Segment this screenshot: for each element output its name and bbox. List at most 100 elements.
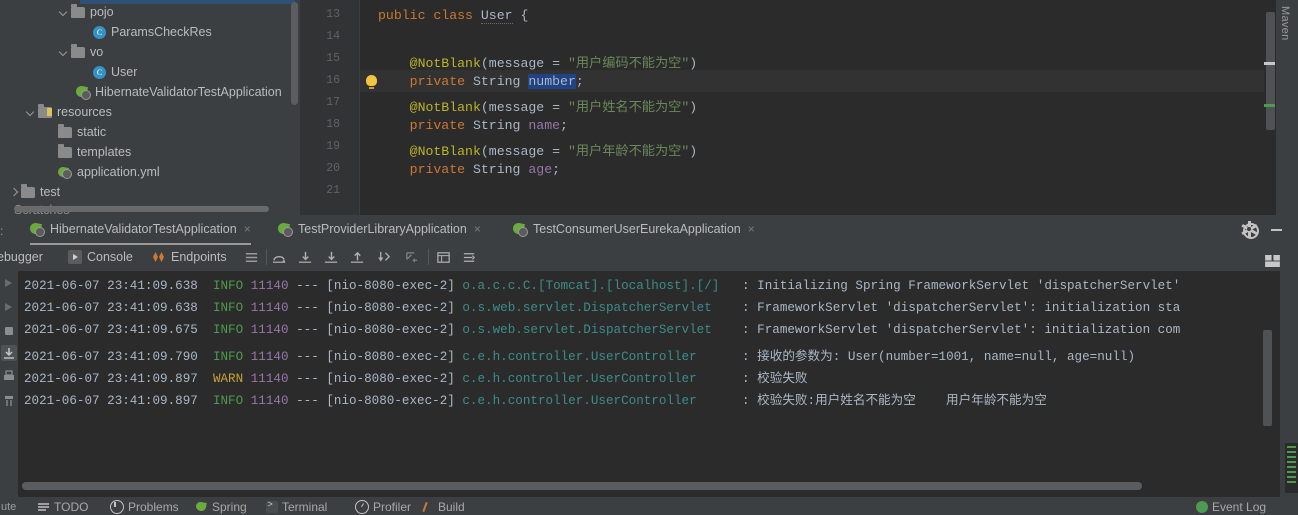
editor-vertical-scrollbar[interactable]	[1266, 12, 1275, 130]
scroll-to-end-button[interactable]	[1, 345, 17, 361]
tree-node-label: User	[111, 65, 138, 79]
clear-all-icon[interactable]	[1, 393, 17, 409]
evaluate-expression-icon[interactable]	[404, 250, 419, 265]
tree-node-vo[interactable]: vo	[58, 42, 103, 62]
maven-tool-tab-label: Maven	[1279, 6, 1291, 41]
close-icon[interactable]: ×	[748, 223, 755, 235]
run-tab-hibernatevalidatortestapplication[interactable]: HibernateValidatorTestApplication ×	[28, 215, 251, 245]
tree-node-resources[interactable]: resources	[25, 102, 112, 122]
editor-code-line[interactable]: private String age;	[378, 162, 560, 177]
folder-icon	[58, 144, 72, 158]
tool-tab-label: Console	[87, 250, 133, 264]
editor-line-number: 20	[326, 162, 340, 175]
close-icon[interactable]: ×	[244, 223, 251, 235]
log-timestamp: 2021-06-07 23:41:09.790	[24, 350, 213, 364]
console-log-line: 2021-06-07 23:41:09.897 INFO 11140 --- […	[24, 389, 1047, 408]
editor-code-line[interactable]: @NotBlank(message = "用户编码不能为空")	[378, 52, 698, 71]
log-thread: [nio-8080-exec-2]	[326, 279, 463, 293]
tree-vertical-scrollbar[interactable]	[291, 2, 298, 105]
show-execution-point-icon[interactable]	[244, 250, 259, 265]
spring-yaml-icon	[57, 165, 72, 179]
step-out-icon[interactable]	[350, 250, 365, 265]
tree-node-application-yml[interactable]: application.yml	[57, 162, 160, 182]
editor-code-line[interactable]: private String name;	[378, 118, 568, 133]
minimize-icon[interactable]	[1271, 229, 1282, 231]
log-thread: [nio-8080-exec-2]	[326, 350, 463, 364]
log-separator: :	[742, 279, 758, 293]
editor-code-line[interactable]: public class User {	[378, 8, 528, 24]
maven-tool-tab[interactable]: Maven	[1275, 0, 1298, 215]
java-class-icon: C	[93, 25, 106, 39]
tree-node-paramscheckres[interactable]: C ParamsCheckRes	[93, 22, 212, 42]
force-step-into-icon[interactable]	[324, 250, 339, 265]
status-bar-item-problems[interactable]: Problems	[110, 500, 179, 514]
log-thread: [nio-8080-exec-2]	[326, 394, 463, 408]
stop-icon[interactable]	[1, 323, 17, 339]
editor-code-line[interactable]: @NotBlank(message = "用户年龄不能为空")	[378, 140, 698, 159]
editor-line-number: 14	[326, 30, 340, 43]
tool-tab-debugger[interactable]: Debugger	[0, 243, 43, 271]
code-token: (message =	[480, 56, 568, 71]
editor-line-number: 17	[326, 96, 340, 109]
step-into-icon[interactable]	[298, 250, 313, 265]
log-timestamp: 2021-06-07 23:41:09.675	[24, 323, 213, 337]
console-output[interactable]: 2021-06-07 23:41:09.638 INFO 11140 --- […	[18, 271, 1280, 497]
tool-tab-endpoints[interactable]: Endpoints	[152, 243, 227, 271]
tree-horizontal-scrollbar[interactable]	[14, 206, 269, 212]
status-bar-item-profiler[interactable]: Profiler	[355, 500, 411, 514]
tree-node-pojo[interactable]: pojo	[58, 2, 114, 22]
chevron-down-icon[interactable]	[58, 47, 69, 58]
status-bar-item-spring[interactable]: Spring	[195, 500, 247, 514]
log-message: 接收的参数为: User(number=1001, name=null, age…	[757, 350, 1136, 364]
run-to-cursor-icon[interactable]	[377, 250, 392, 265]
close-icon[interactable]: ×	[474, 223, 481, 235]
tool-tab-console[interactable]: Console	[68, 243, 133, 273]
intention-bulb-icon[interactable]	[366, 75, 377, 89]
status-bar-item-build[interactable]: Build	[422, 500, 465, 514]
print-icon[interactable]	[1, 369, 17, 385]
run-tool-window: : HibernateValidatorTestApplication × Test…	[0, 215, 1298, 497]
tree-node-test[interactable]: test	[8, 182, 60, 202]
log-pid: 11140	[250, 372, 297, 386]
project-tool-window[interactable]: pojo C ParamsCheckRes vo C User HibernateValid…	[0, 0, 300, 215]
code-token: (message =	[480, 144, 568, 159]
log-pid: 11140	[250, 301, 297, 315]
profiler-icon	[355, 500, 369, 514]
chevron-down-icon[interactable]	[58, 7, 69, 18]
run-tab-testproviderlibraryapplication[interactable]: TestProviderLibraryApplication ×	[276, 215, 481, 243]
status-bar-item-todo[interactable]: TODO	[38, 500, 88, 514]
code-token: (message =	[480, 100, 568, 115]
console-vertical-scrollbar[interactable]	[1263, 330, 1272, 426]
table-view-icon[interactable]	[436, 250, 451, 265]
resume-icon[interactable]	[1, 299, 17, 315]
console-log-line: 2021-06-07 23:41:09.675 INFO 11140 --- […	[24, 323, 1180, 337]
console-log-line: 2021-06-07 23:41:09.897 WARN 11140 --- […	[24, 367, 808, 386]
chevron-right-icon[interactable]	[8, 187, 19, 198]
console-marker-strip[interactable]	[1285, 443, 1298, 493]
run-tab-testconsumerusereurekaapplication[interactable]: TestConsumerUserEurekaApplication ×	[511, 215, 755, 243]
rerun-icon[interactable]	[1, 275, 17, 291]
log-dashes: ---	[296, 323, 327, 337]
code-token: age	[528, 162, 553, 177]
problems-icon	[110, 500, 124, 514]
status-bar-item-event-log[interactable]: Event Log	[1196, 500, 1266, 514]
todo-icon	[38, 501, 50, 513]
tree-node-static[interactable]: static	[58, 122, 106, 142]
editor-code-line[interactable]: private String number;	[378, 74, 584, 89]
code-editor[interactable]: 13 public class User {14 15 @NotBlank(mess…	[300, 0, 1298, 215]
editor-code-line[interactable]: @NotBlank(message = "用户姓名不能为空")	[378, 96, 698, 115]
tree-node-hibernatevalidatortestapplication[interactable]: HibernateValidatorTestApplication	[74, 82, 282, 102]
chevron-down-icon[interactable]	[25, 107, 36, 118]
run-tabs-clipped-label: :	[0, 224, 4, 238]
code-token: ;	[560, 118, 568, 133]
top-area: pojo C ParamsCheckRes vo C User HibernateValid…	[0, 0, 1298, 215]
tree-node-user[interactable]: C User	[93, 62, 137, 82]
status-bar-item-terminal[interactable]: Terminal	[266, 499, 327, 514]
soft-wrap-icon[interactable]	[462, 250, 477, 265]
layout-settings-icon[interactable]	[1265, 255, 1280, 267]
gear-icon[interactable]	[1240, 220, 1259, 239]
console-horizontal-scrollbar[interactable]	[22, 482, 1142, 490]
tree-node-templates[interactable]: templates	[58, 142, 131, 162]
tree-node-label: vo	[90, 45, 104, 59]
step-over-icon[interactable]	[272, 250, 287, 265]
